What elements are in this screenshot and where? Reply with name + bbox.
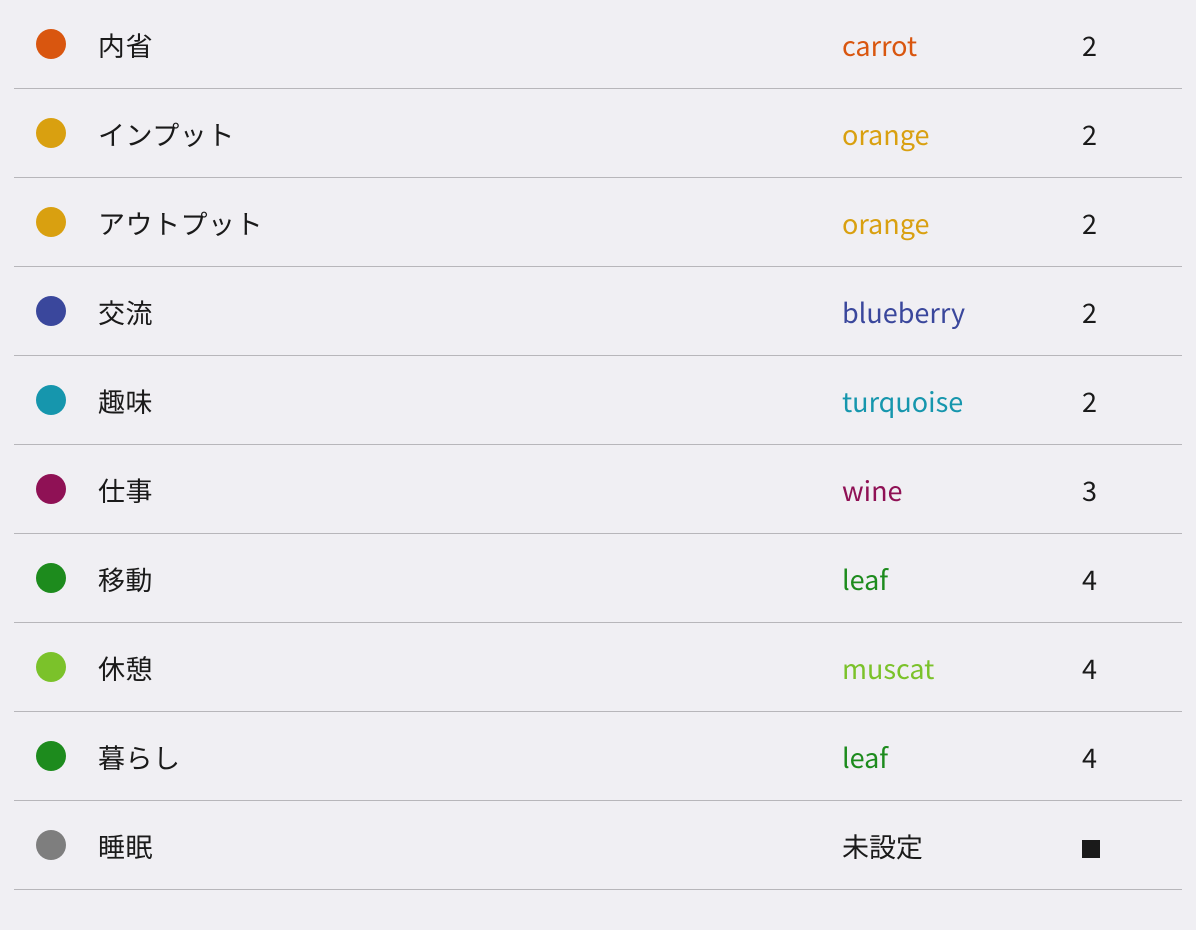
color-swatch-icon [36, 652, 66, 682]
category-row[interactable]: 内省carrot2 [14, 0, 1182, 89]
category-name: 休憩 [98, 648, 842, 687]
color-label: orange [842, 203, 1082, 242]
category-name: 内省 [98, 25, 842, 64]
category-value: 2 [1082, 381, 1182, 420]
category-name: 移動 [98, 559, 842, 598]
category-row[interactable]: 仕事wine3 [14, 445, 1182, 534]
category-name: アウトプット [98, 203, 842, 242]
category-row[interactable]: インプットorange2 [14, 89, 1182, 178]
square-icon [1082, 840, 1100, 858]
category-row[interactable]: 交流blueberry2 [14, 267, 1182, 356]
category-value: 2 [1082, 203, 1182, 242]
category-value: 4 [1082, 737, 1182, 776]
color-label: 未設定 [842, 826, 1082, 865]
color-swatch-icon [36, 563, 66, 593]
category-value: 2 [1082, 292, 1182, 331]
color-label: leaf [842, 737, 1082, 776]
category-name: 睡眠 [98, 826, 842, 865]
color-label: leaf [842, 559, 1082, 598]
category-row[interactable]: 趣味turquoise2 [14, 356, 1182, 445]
category-row[interactable]: 移動leaf4 [14, 534, 1182, 623]
category-value: 4 [1082, 559, 1182, 598]
category-name: 趣味 [98, 381, 842, 420]
category-name: インプット [98, 114, 842, 153]
color-swatch-icon [36, 385, 66, 415]
category-name: 交流 [98, 292, 842, 331]
color-swatch-icon [36, 118, 66, 148]
category-row[interactable]: 睡眠未設定 [14, 801, 1182, 890]
category-list: 内省carrot2インプットorange2アウトプットorange2交流blue… [0, 0, 1196, 890]
color-swatch-icon [36, 830, 66, 860]
color-swatch-icon [36, 29, 66, 59]
category-value: 3 [1082, 470, 1182, 509]
color-swatch-icon [36, 474, 66, 504]
color-swatch-icon [36, 741, 66, 771]
color-swatch-icon [36, 296, 66, 326]
category-row[interactable]: アウトプットorange2 [14, 178, 1182, 267]
category-row[interactable]: 休憩muscat4 [14, 623, 1182, 712]
color-label: muscat [842, 648, 1082, 687]
color-label: blueberry [842, 292, 1082, 331]
category-value: 4 [1082, 648, 1182, 687]
category-value: 2 [1082, 114, 1182, 153]
category-name: 暮らし [98, 737, 842, 776]
color-label: wine [842, 470, 1082, 509]
category-name: 仕事 [98, 470, 842, 509]
category-value [1082, 826, 1182, 865]
color-label: turquoise [842, 381, 1082, 420]
category-row[interactable]: 暮らしleaf4 [14, 712, 1182, 801]
color-label: carrot [842, 25, 1082, 64]
color-swatch-icon [36, 207, 66, 237]
color-label: orange [842, 114, 1082, 153]
category-value: 2 [1082, 25, 1182, 64]
